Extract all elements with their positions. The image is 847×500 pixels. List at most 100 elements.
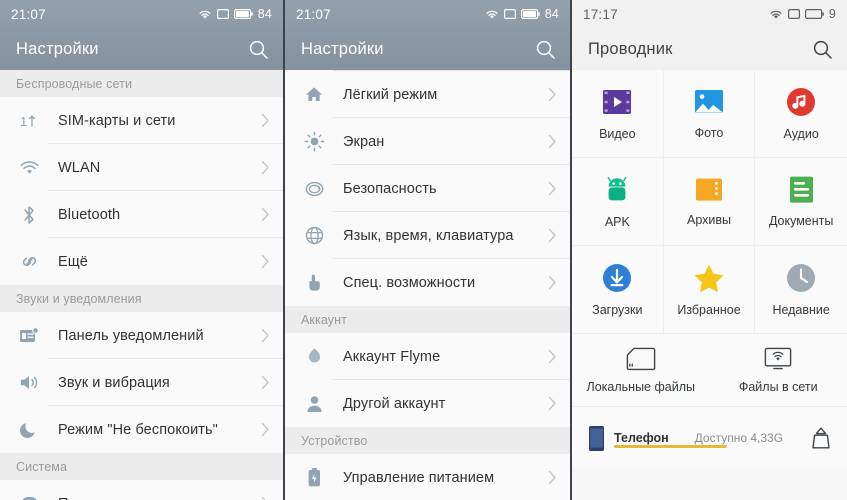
page-title: Проводник	[588, 39, 673, 58]
page-title: Настройки	[16, 39, 99, 58]
settings-row-label: Другой аккаунт	[343, 395, 446, 412]
chevron-right-icon	[261, 207, 270, 222]
search-icon[interactable]	[535, 39, 556, 60]
settings-row-label: Режим "Не беспокоить"	[58, 421, 218, 438]
chevron-right-icon	[261, 328, 270, 343]
status-time: 21:07	[11, 6, 46, 22]
settings-row-accessibility[interactable]: Спец. возможности	[285, 259, 570, 306]
settings-row-wlan[interactable]: WLAN	[0, 144, 283, 191]
settings-row-label: Экран	[343, 133, 385, 150]
file-category-label: Документы	[768, 214, 834, 228]
file-category-photo[interactable]: Фото	[663, 70, 756, 158]
screen-settings-1: 21:07 84 Настройки Беспроводные сети 1 S…	[0, 0, 283, 500]
sim-icon	[216, 9, 229, 19]
settings-row-personalization[interactable]: Персонализация	[0, 480, 283, 500]
screen-file-manager: 17:17 9 Проводник Видео Фото Аудио APK А…	[570, 0, 847, 500]
file-category-label: Аудио	[783, 126, 819, 141]
file-category-audio[interactable]: Аудио	[755, 70, 847, 158]
file-category-apk[interactable]: APK	[572, 158, 664, 246]
status-indicators: 84	[198, 7, 272, 21]
file-category-archives[interactable]: Архивы	[663, 158, 756, 246]
chevron-right-icon	[548, 228, 557, 243]
storage-progress-fill	[614, 444, 728, 448]
settings-row-power-management[interactable]: Управление питанием	[285, 454, 570, 500]
file-category-documents[interactable]: Документы	[755, 158, 847, 246]
settings-row-easy-mode[interactable]: Лёгкий режим	[285, 71, 570, 118]
sim-icon	[503, 9, 516, 19]
settings-row-bluetooth[interactable]: Bluetooth	[0, 191, 283, 238]
storage-summary[interactable]: Телефон Доступно 4,33G	[572, 407, 847, 469]
settings-row-label: Персонализация	[58, 496, 173, 500]
document-icon	[788, 175, 815, 204]
file-category-label: Загрузки	[592, 302, 643, 317]
storage-free: Доступно 4,33G	[694, 430, 784, 445]
chevron-right-icon	[261, 422, 270, 437]
battery-icon	[233, 9, 253, 19]
file-source-network[interactable]: Файлы в сети	[709, 334, 847, 406]
file-category-label: Архивы	[686, 212, 731, 227]
home-icon	[301, 85, 327, 104]
storage-name: Телефон	[614, 430, 669, 445]
settings-row-display[interactable]: Экран	[285, 118, 570, 165]
storage-progress-bar	[614, 444, 803, 448]
chevron-right-icon	[261, 375, 270, 390]
sdcard-icon	[626, 347, 656, 371]
file-category-grid: Видео Фото Аудио APK Архивы Документы За…	[572, 70, 847, 334]
settings-row-label: Управление питанием	[343, 469, 495, 486]
flyme-drop-icon	[301, 346, 327, 367]
brightness-icon	[301, 131, 327, 152]
section-header: Система	[0, 453, 283, 480]
svg-text:1: 1	[20, 114, 27, 129]
settings-row-language-time-keyboard[interactable]: Язык, время, клавиатура	[285, 212, 570, 259]
link-icon	[16, 251, 42, 272]
file-category-label: Фото	[694, 125, 724, 140]
broom-icon[interactable]	[809, 426, 833, 451]
header-area-1: 21:07 84 Настройки	[0, 0, 283, 70]
clock-icon	[786, 263, 816, 293]
chevron-right-icon	[548, 134, 557, 149]
settings-row-label: SIM-карты и сети	[58, 112, 176, 129]
status-indicators: 9	[769, 7, 836, 21]
settings-row-label: Аккаунт Flyme	[343, 348, 441, 365]
settings-row-label: Язык, время, клавиатура	[343, 227, 514, 244]
settings-row-security[interactable]: Безопасность	[285, 165, 570, 212]
three-phone-screenshots: 21:07 84 Настройки Беспроводные сети 1 S…	[0, 0, 847, 500]
status-bar-2: 21:07 84	[285, 0, 570, 28]
settings-row-notification-panel[interactable]: Панель уведомлений	[0, 312, 283, 359]
battery-icon	[520, 9, 540, 19]
settings-row-more[interactable]: Ещё	[0, 238, 283, 285]
search-icon[interactable]	[812, 39, 833, 60]
settings-row-label: Ещё	[58, 253, 88, 270]
section-header: Звуки и уведомления	[0, 285, 283, 312]
status-time: 21:07	[296, 6, 331, 22]
notification-panel-icon	[16, 326, 42, 345]
file-category-downloads[interactable]: Загрузки	[572, 246, 664, 334]
file-category-favorites[interactable]: Избранное	[663, 246, 756, 334]
wifi-icon	[485, 9, 499, 20]
settings-row-sound-vibration[interactable]: Звук и вибрация	[0, 359, 283, 406]
status-time: 17:17	[583, 6, 618, 22]
status-indicators: 84	[485, 7, 559, 21]
chevron-right-icon	[261, 160, 270, 175]
chevron-right-icon	[261, 496, 270, 500]
settings-row-do-not-disturb[interactable]: Режим "Не беспокоить"	[0, 406, 283, 453]
settings-row-other-account[interactable]: Другой аккаунт	[285, 380, 570, 427]
audio-icon	[786, 87, 816, 117]
chevron-right-icon	[548, 470, 557, 485]
storage-details: Телефон Доступно 4,33G	[614, 429, 803, 448]
file-category-label: Видео	[599, 126, 636, 141]
settings-row-sim-cards[interactable]: 1 SIM-карты и сети	[0, 97, 283, 144]
file-category-video[interactable]: Видео	[572, 70, 664, 158]
file-manager-body: Видео Фото Аудио APK Архивы Документы За…	[572, 70, 847, 469]
settings-row-label: Панель уведомлений	[58, 327, 204, 344]
phone-icon	[588, 425, 605, 452]
file-source-local[interactable]: Локальные файлы	[572, 334, 710, 406]
search-icon[interactable]	[248, 39, 269, 60]
chevron-right-icon	[548, 349, 557, 364]
archive-icon	[694, 177, 724, 203]
settings-row-flyme-account[interactable]: Аккаунт Flyme	[285, 333, 570, 380]
storage-text-row: Телефон Доступно 4,33G	[614, 431, 803, 445]
file-category-recent[interactable]: Недавние	[755, 246, 847, 334]
screen-settings-2: 21:07 84 Настройки Лёгкий режим Экран Бе…	[283, 0, 570, 500]
network-files-icon	[764, 347, 792, 371]
